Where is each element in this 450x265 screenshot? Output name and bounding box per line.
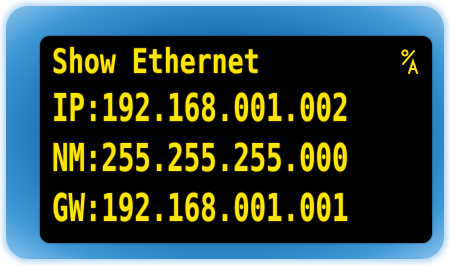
- gateway-label: GW:: [52, 186, 102, 230]
- gateway-value: 192.168.001.001: [101, 186, 349, 230]
- lcd-screen: Show Ethernet IP:192.168.001.002 NM:255.…: [40, 36, 432, 243]
- screen-title: Show Ethernet: [52, 42, 260, 82]
- ip-address-row: IP:192.168.001.002: [52, 86, 349, 130]
- netmask-row: NM:255.255.255.000: [52, 136, 349, 180]
- netmask-label: NM:: [52, 136, 102, 180]
- device-bezel: Show Ethernet IP:192.168.001.002 NM:255.…: [6, 6, 444, 259]
- gateway-row: GW:192.168.001.001: [52, 186, 349, 230]
- netmask-value: 255.255.255.000: [101, 136, 349, 180]
- alpha-numeric-mode-icon: [400, 48, 420, 76]
- ip-label: IP:: [52, 86, 102, 130]
- ip-value: 192.168.001.002: [101, 86, 349, 130]
